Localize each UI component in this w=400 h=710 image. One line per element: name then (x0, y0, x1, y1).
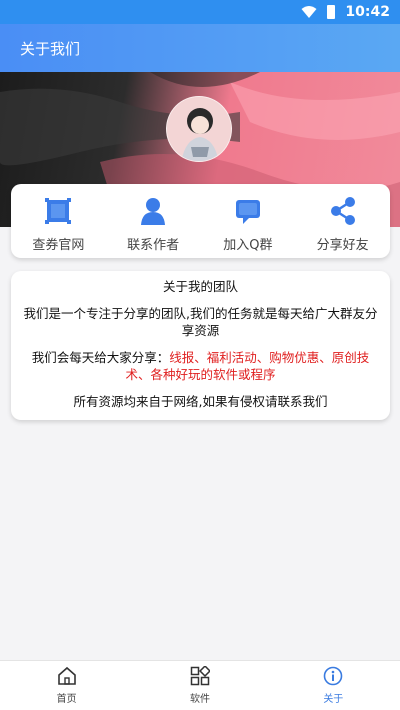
nav-item-about[interactable]: 关于 (283, 666, 383, 705)
coupon-site-icon (45, 198, 72, 224)
quick-action-join-qq-group[interactable]: 加入Q群 (203, 196, 293, 253)
nav-item-software[interactable]: 软件 (150, 666, 250, 705)
quick-action-label: 分享好友 (316, 238, 369, 253)
info-paragraph-2: 我们会每天给大家分享：线报、福利活动、购物优惠、原创技术、各种好玩的软件或程序 (23, 349, 378, 383)
contact-author-icon (141, 198, 166, 225)
nav-item-home[interactable]: 首页 (17, 666, 117, 705)
quick-action-label: 加入Q群 (223, 238, 273, 253)
bottom-nav: 首页 软件 关于 (0, 660, 400, 710)
info-paragraph-2-prefix: 我们会每天给大家分享： (31, 350, 170, 365)
page-title: 关于我们 (20, 39, 81, 58)
quick-action-label: 联系作者 (127, 238, 180, 253)
status-time: 10:42 (345, 4, 390, 20)
home-icon (57, 666, 76, 685)
status-bar: 10:42 (0, 0, 400, 24)
info-icon (324, 666, 343, 686)
quick-action-coupon-site[interactable]: 查券官网 (13, 196, 103, 253)
nav-label: 首页 (56, 694, 77, 705)
wifi-icon (301, 6, 317, 18)
quick-action-contact-author[interactable]: 联系作者 (108, 196, 198, 253)
quick-action-share[interactable]: 分享好友 (298, 196, 388, 253)
nav-label: 关于 (323, 694, 344, 705)
avatar (166, 96, 232, 162)
apps-grid-icon (190, 666, 210, 686)
info-paragraph-3: 所有资源均来自于网络,如果有侵权请联系我们 (73, 394, 328, 409)
share-icon (330, 197, 355, 225)
quick-action-label: 查券官网 (32, 238, 85, 253)
battery-icon (327, 5, 336, 19)
join-qq-group-icon (235, 200, 260, 224)
nav-label: 软件 (189, 694, 210, 705)
info-paragraph-1: 我们是一个专注于分享的团队,我们的任务就是每天给广大群友分享资源 (23, 306, 378, 338)
app-bar: 关于我们 (0, 24, 400, 72)
quick-actions-card: 查券官网 联系作者 加入Q群 分享好友 (11, 184, 390, 258)
team-info-card: 关于我的团队 我们是一个专注于分享的团队,我们的任务就是每天给广大群友分享资源 … (11, 271, 390, 420)
avatar-image (167, 97, 231, 161)
info-title: 关于我的团队 (162, 279, 238, 294)
